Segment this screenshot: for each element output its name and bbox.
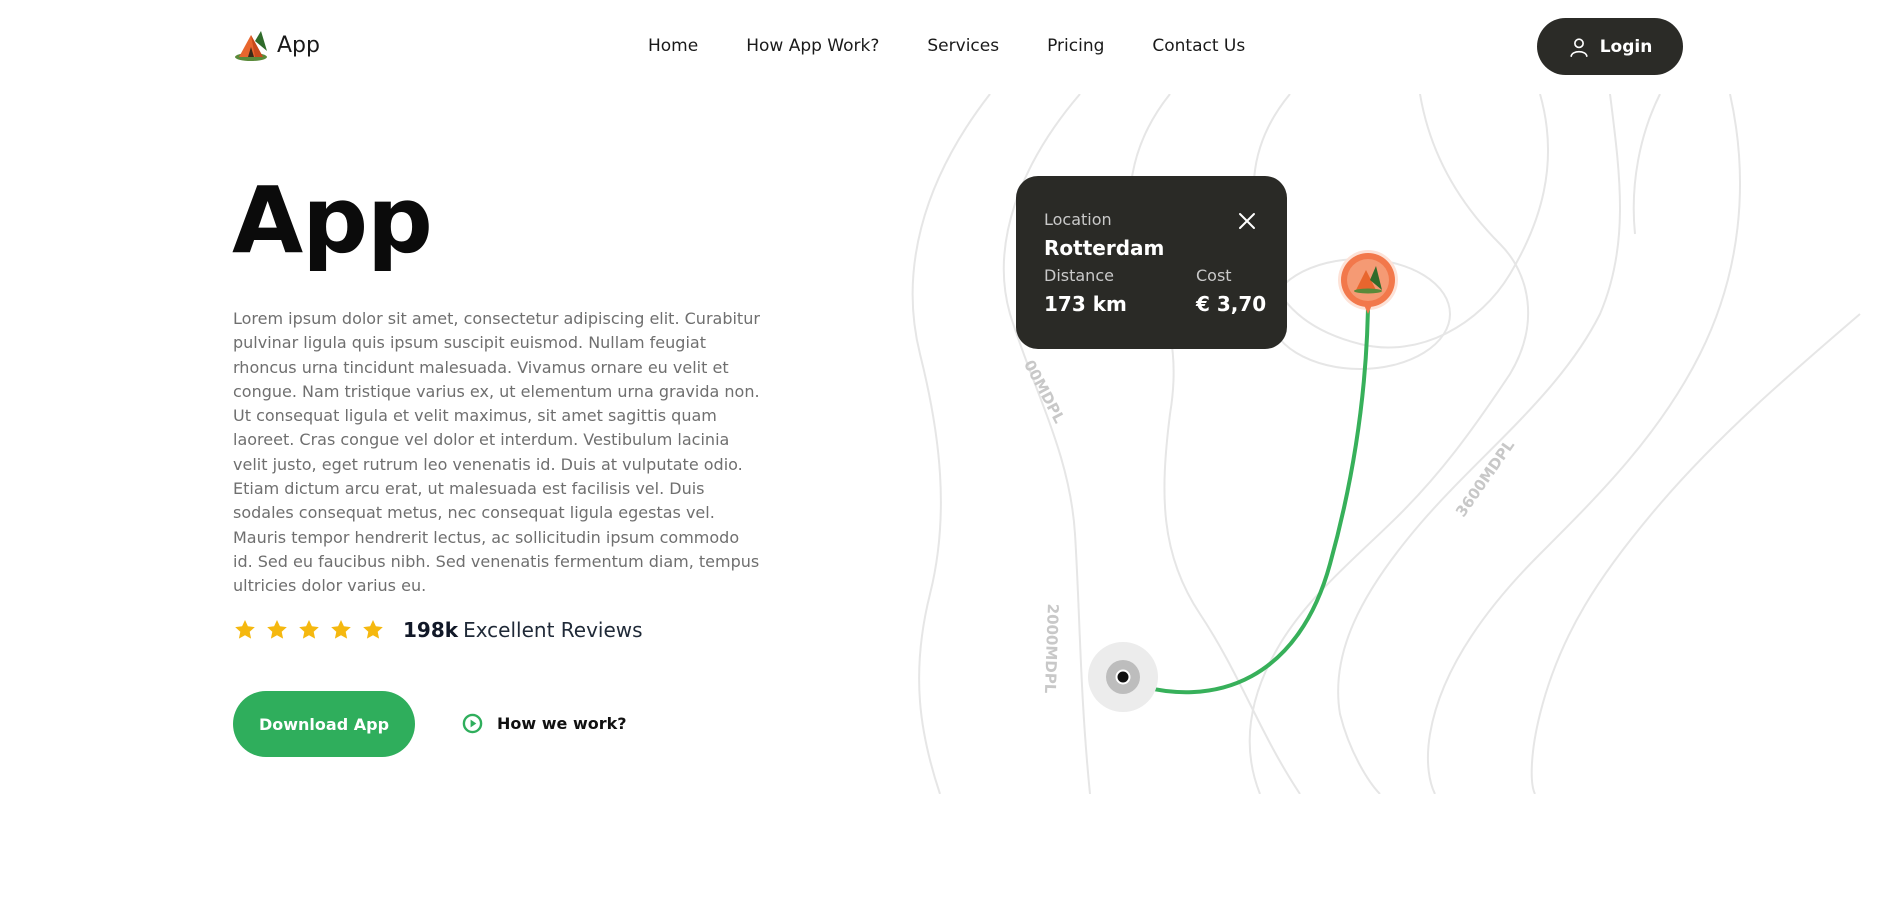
nav-how-app-work[interactable]: How App Work?: [746, 36, 879, 56]
location-label: Location: [1044, 210, 1112, 229]
how-we-work-label: How we work?: [497, 714, 627, 733]
user-icon: [1570, 37, 1588, 57]
reviews-count: 198k: [403, 618, 459, 642]
download-app-button[interactable]: Download App: [233, 691, 415, 757]
reviews-label: Excellent Reviews: [463, 618, 643, 642]
origin-dot-icon: [1088, 642, 1158, 712]
distance-value: 173 km: [1044, 292, 1127, 316]
route-map: 00MDPL 3600MDPL 2000MDPL: [840, 94, 1900, 794]
distance-label: Distance: [1044, 266, 1114, 285]
nav-pricing[interactable]: Pricing: [1047, 36, 1104, 56]
reviews-summary: 198k Excellent Reviews: [233, 618, 643, 642]
cost-label: Cost: [1196, 266, 1232, 285]
star-icon: [331, 620, 351, 639]
cost-value: € 3,70: [1196, 292, 1267, 316]
rating-stars: [233, 618, 385, 642]
close-icon[interactable]: [1238, 212, 1256, 230]
hero-description: Lorem ipsum dolor sit amet, consectetur …: [233, 309, 760, 596]
login-label: Login: [1599, 36, 1653, 57]
camp-tent-icon: [235, 31, 267, 61]
hero-title: App: [232, 167, 433, 274]
location-info-card: Location Rotterdam Distance 173 km Cost …: [1016, 176, 1287, 349]
brand-logo[interactable]: App: [233, 27, 320, 63]
star-icon: [363, 620, 383, 639]
site-header: App Home How App Work? Services Pricing …: [0, 0, 1900, 94]
download-app-label: Download App: [258, 714, 390, 734]
play-circle-icon: [462, 713, 483, 734]
star-icon: [235, 620, 255, 639]
star-icon: [267, 620, 287, 639]
star-icon: [299, 620, 319, 639]
login-button[interactable]: Login: [1537, 18, 1683, 75]
nav-contact-us[interactable]: Contact Us: [1152, 36, 1245, 56]
nav-home[interactable]: Home: [648, 36, 698, 56]
how-we-work-link[interactable]: How we work?: [462, 713, 627, 734]
nav-services[interactable]: Services: [927, 36, 999, 56]
main-nav: Home How App Work? Services Pricing Cont…: [648, 36, 1245, 56]
brand-name: App: [277, 32, 320, 58]
topographic-contours: [911, 94, 1861, 794]
location-value: Rotterdam: [1044, 236, 1165, 260]
destination-pin-icon[interactable]: [1338, 250, 1398, 314]
contour-label: 2000MDPL: [1040, 603, 1062, 694]
